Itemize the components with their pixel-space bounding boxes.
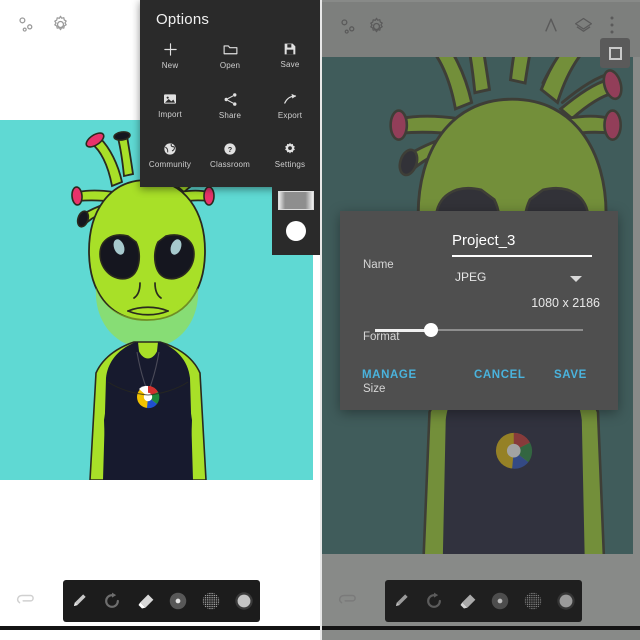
color-swatch-panel[interactable] [272, 185, 320, 255]
eraser-tool[interactable] [454, 588, 480, 614]
pattern-tool[interactable] [198, 588, 224, 614]
left-screen-panel: Options New Open Save Import Share Expor… [0, 0, 320, 640]
manage-button[interactable]: MANAGE [362, 369, 417, 381]
plus-icon [163, 42, 177, 56]
globe-icon [164, 143, 176, 155]
options-item-label: New [161, 60, 179, 70]
format-select[interactable]: JPEG [455, 270, 486, 284]
panel-divider [320, 0, 322, 640]
size-value: 1080 x 2186 [531, 296, 600, 310]
options-item-label: Settings [274, 160, 306, 169]
question-mark-icon: ? [224, 143, 236, 155]
alien-pendant [137, 385, 160, 409]
options-item-label: Open [219, 60, 241, 70]
transform-nodes-icon[interactable] [336, 14, 362, 40]
gear-icon[interactable] [46, 10, 74, 38]
brush-tool[interactable] [66, 588, 92, 614]
options-item-open[interactable]: Open [200, 30, 260, 80]
name-label: Name [363, 259, 394, 271]
svg-text:?: ? [228, 145, 233, 154]
options-item-new[interactable]: New [140, 30, 200, 80]
frame-square-icon [608, 46, 622, 60]
size-label: Size [363, 383, 386, 395]
options-item-label: Community [148, 160, 192, 169]
brush-adjust-icon[interactable] [538, 12, 564, 38]
right-tool-toolbar [385, 580, 582, 622]
eraser-tool[interactable] [132, 588, 158, 614]
options-item-label: Import [158, 110, 182, 119]
size-tool[interactable] [487, 588, 513, 614]
color-tool[interactable] [231, 588, 257, 614]
floppy-disk-icon [284, 43, 296, 55]
alien-tank-top [103, 342, 193, 480]
name-input-underline [452, 255, 592, 257]
options-item-settings[interactable]: Settings [260, 130, 320, 180]
options-item-label: Save [280, 60, 300, 69]
options-item-share[interactable]: Share [200, 80, 260, 130]
export-dialog: Name Project_3 Format JPEG Size 1080 x 2… [340, 211, 618, 410]
smudge-tool[interactable] [421, 588, 447, 614]
smudge-tool[interactable] [99, 588, 125, 614]
options-menu-title: Options [156, 11, 210, 28]
options-item-save[interactable]: Save [260, 30, 320, 80]
name-input[interactable]: Project_3 [452, 232, 515, 249]
right-baseline [322, 626, 640, 630]
size-slider[interactable] [375, 323, 583, 337]
size-tool[interactable] [165, 588, 191, 614]
chevron-down-icon[interactable] [570, 276, 582, 282]
brush-tool[interactable] [388, 588, 414, 614]
transform-nodes-icon[interactable] [14, 12, 40, 38]
image-icon [164, 94, 176, 104]
cancel-button[interactable]: CANCEL [474, 369, 526, 381]
arrow-export-icon [283, 93, 296, 104]
share-icon [224, 92, 236, 106]
pattern-tool[interactable] [520, 588, 546, 614]
right-screen-panel: Name Project_3 Format JPEG Size 1080 x 2… [322, 0, 640, 640]
options-menu: Options New Open Save Import Share Expor… [140, 0, 320, 187]
current-color-dot[interactable] [286, 221, 306, 241]
options-item-community[interactable]: Community [140, 130, 200, 180]
opacity-gradient-bar[interactable] [278, 191, 314, 210]
options-item-classroom[interactable]: ? Classroom [200, 130, 260, 180]
options-item-label: Export [277, 110, 303, 120]
undo-icon[interactable] [14, 591, 36, 614]
layers-icon[interactable] [570, 12, 596, 38]
gear-icon [285, 142, 295, 154]
gear-icon[interactable] [362, 12, 390, 40]
undo-icon[interactable] [336, 591, 358, 614]
slider-thumb[interactable] [424, 323, 438, 337]
options-item-label: Share [218, 110, 242, 120]
save-button[interactable]: SAVE [554, 369, 587, 381]
overflow-menu-icon[interactable] [602, 12, 622, 38]
options-menu-grid: New Open Save Import Share Export Commun… [140, 30, 320, 180]
color-tool[interactable] [553, 588, 579, 614]
folder-icon [223, 44, 237, 54]
crop-frame-button[interactable] [600, 38, 630, 68]
options-item-export[interactable]: Export [260, 80, 320, 130]
options-item-import[interactable]: Import [140, 80, 200, 130]
options-item-label: Classroom [209, 160, 251, 169]
right-top-toolbar [322, 2, 640, 57]
app-screenshot: Options New Open Save Import Share Expor… [0, 0, 640, 640]
left-baseline [0, 626, 320, 630]
left-tool-toolbar [63, 580, 260, 622]
